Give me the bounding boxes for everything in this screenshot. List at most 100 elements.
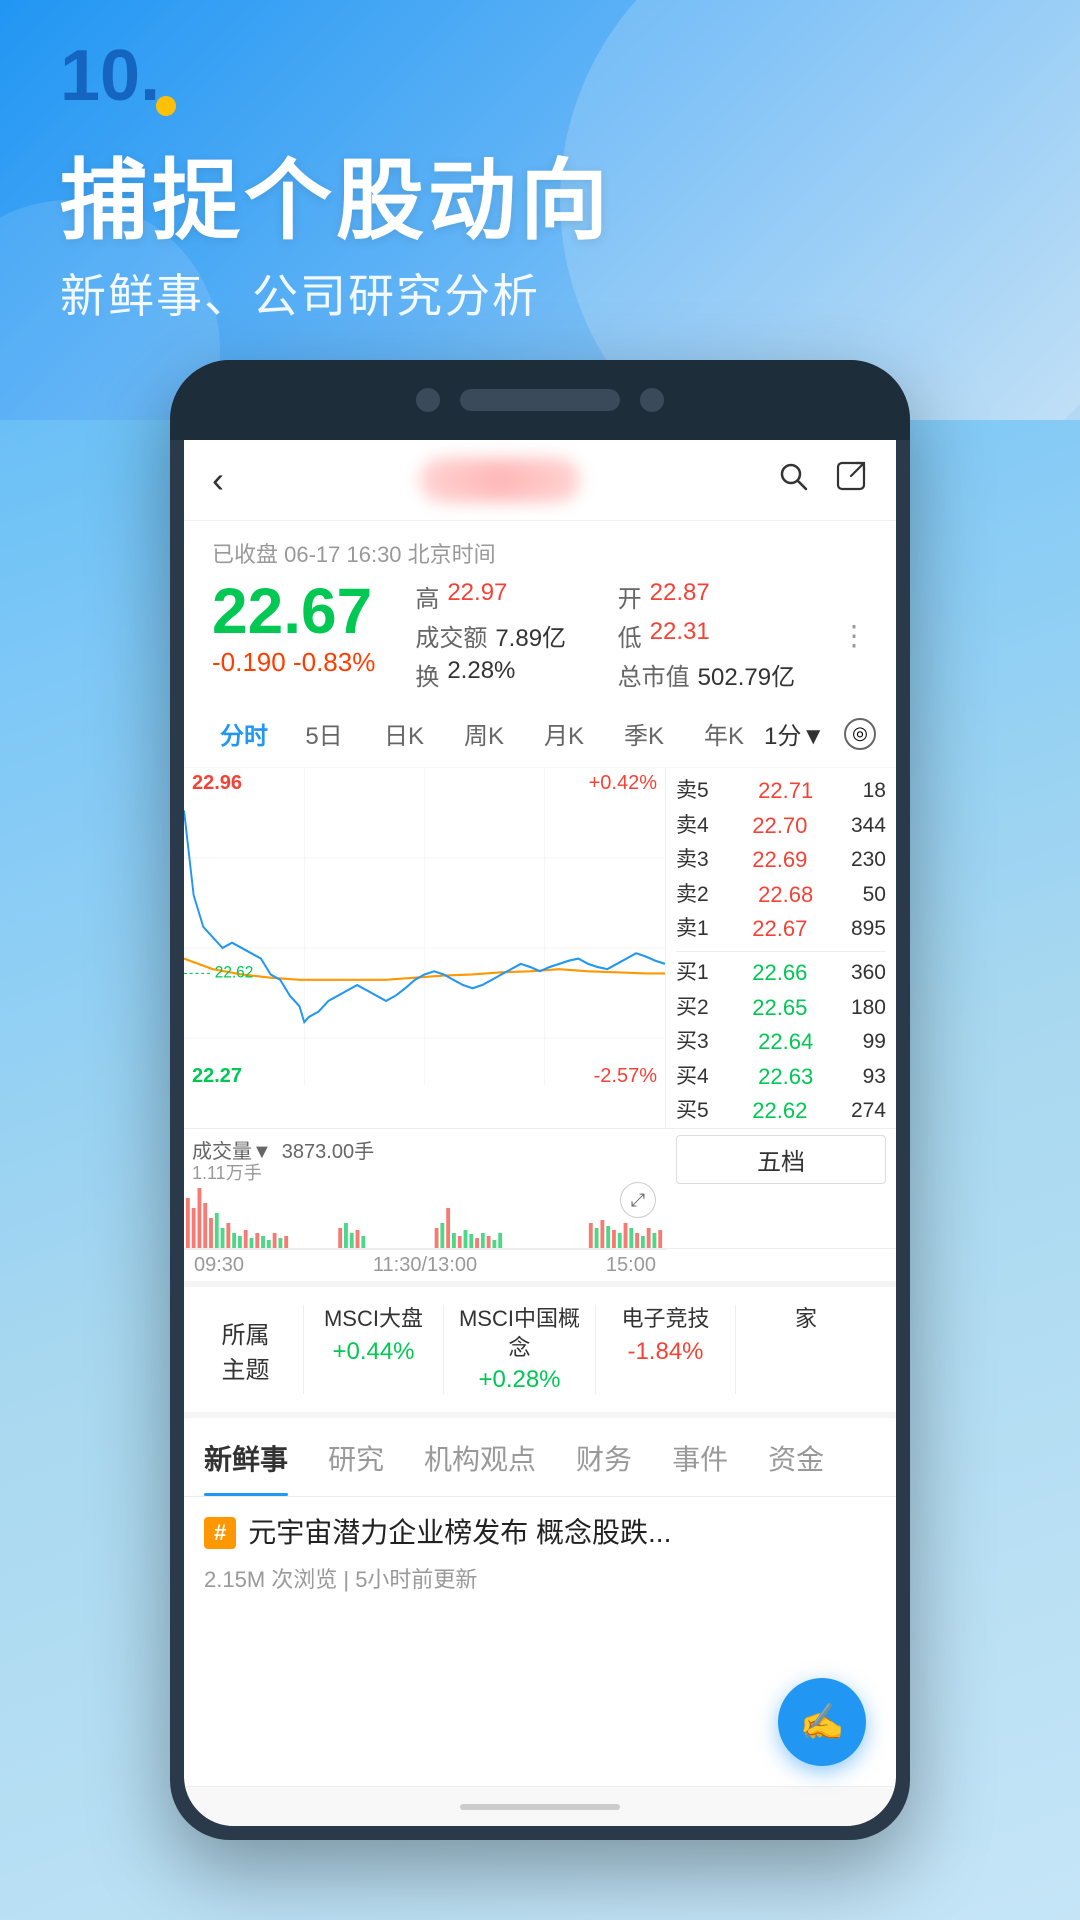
tab-capital[interactable]: 资金 <box>768 1418 824 1496</box>
buy2-label: 买2 <box>676 994 709 1023</box>
sell1-qty: 895 <box>851 915 886 944</box>
stock-current-price: 22.67 <box>212 579 375 643</box>
back-button[interactable]: ‹ <box>212 462 224 498</box>
stock-status-time: 已收盘 06-17 16:30 北京时间 <box>212 537 868 569</box>
theme-msci-large-label: MSCI大盘 <box>324 1305 423 1334</box>
theme-header-label: 所属 <box>222 1315 270 1350</box>
open-label: 开 <box>618 579 642 614</box>
tab-seasonk[interactable]: 季K <box>604 710 684 757</box>
sell-5-row: 卖5 22.71 18 <box>676 774 886 809</box>
turnover-label: 换 <box>415 657 439 692</box>
phone-frame: ‹ <box>170 360 910 1840</box>
volume-right-spacer <box>666 1129 896 1248</box>
low-value: 22.31 <box>650 618 710 653</box>
phone-screen: ‹ <box>184 440 896 1826</box>
tab-yeark[interactable]: 年K <box>684 710 764 757</box>
news-tag: # <box>204 1517 236 1549</box>
price-chart: 22.96 22.27 +0.42% -2.57% <box>184 768 666 1128</box>
stock-open: 开 22.87 <box>618 579 800 614</box>
time-start: 09:30 <box>194 1254 244 1277</box>
buy5-qty: 274 <box>851 1097 886 1126</box>
buy1-price: 22.66 <box>752 959 807 988</box>
app-logo-dot <box>156 96 176 116</box>
app-header: ‹ <box>184 440 896 521</box>
theme-msci-large-value: +0.44% <box>332 1338 414 1366</box>
fab-button[interactable]: ✍ <box>778 1678 866 1766</box>
header-stock-name-blurred <box>420 458 580 502</box>
buy3-price: 22.64 <box>758 1028 813 1057</box>
time-end: 15:00 <box>606 1254 656 1277</box>
sell2-price: 22.68 <box>758 881 813 910</box>
theme-more[interactable]: 家 <box>736 1305 876 1394</box>
hero-subtitle: 新鲜事、公司研究分析 <box>60 260 540 326</box>
theme-msci-china[interactable]: MSCI中国概念 +0.28% <box>444 1305 596 1394</box>
buy3-label: 买3 <box>676 1028 709 1057</box>
news-item[interactable]: # 元宇宙潜力企业榜发布 概念股跌... 2.15M 次浏览 | 5小时前更新 <box>204 1513 876 1594</box>
theme-header-label2: 主题 <box>222 1350 270 1385</box>
stock-price-main: 22.67 -0.190 -0.83% <box>212 579 375 678</box>
sell5-qty: 18 <box>863 777 886 806</box>
chart-tabs: 分时 5日 日K 周K 月K 季K 年K 1分▼ ◎ <box>184 700 896 768</box>
volume-chart: 成交量▼ 3873.00手 1.11万手 <box>184 1129 666 1248</box>
tab-weekk[interactable]: 周K <box>444 710 524 757</box>
theme-more-label: 家 <box>795 1305 817 1334</box>
news-meta: 2.15M 次浏览 | 5小时前更新 <box>204 1562 876 1594</box>
sell3-qty: 230 <box>851 846 886 875</box>
volume-current-value: 3873.00手 <box>282 1135 374 1164</box>
svg-text:22.62: 22.62 <box>215 963 254 982</box>
stock-price-change: -0.190 -0.83% <box>212 647 375 678</box>
tab-news[interactable]: 新鲜事 <box>204 1418 288 1496</box>
market-cap-label: 总市值 <box>618 657 690 692</box>
volume-bars-svg <box>184 1178 666 1248</box>
tab-financial[interactable]: 财务 <box>576 1418 632 1496</box>
theme-msci-china-value: +0.28% <box>478 1366 560 1394</box>
expand-chart-icon[interactable]: ⤢ <box>620 1182 656 1218</box>
tab-interval[interactable]: 1分▼ <box>764 710 844 757</box>
theme-msci-china-label: MSCI中国概念 <box>454 1305 585 1362</box>
sell-3-row: 卖3 22.69 230 <box>676 843 886 878</box>
stock-info-section: 已收盘 06-17 16:30 北京时间 22.67 -0.190 -0.83%… <box>184 521 896 700</box>
buy4-label: 买4 <box>676 1063 709 1092</box>
time-axis: 09:30 11:30/13:00 15:00 <box>184 1249 666 1281</box>
phone-camera-right <box>640 388 664 412</box>
buy3-qty: 99 <box>863 1028 886 1057</box>
tab-institution[interactable]: 机构观点 <box>424 1418 536 1496</box>
share-icon[interactable] <box>834 459 868 502</box>
amount-label: 成交额 <box>415 618 487 653</box>
app-logo: 10. <box>60 40 186 112</box>
buy-3-row: 买3 22.64 99 <box>676 1025 886 1060</box>
buy-4-row: 买4 22.63 93 <box>676 1060 886 1095</box>
news-tag-row: # 元宇宙潜力企业榜发布 概念股跌... <box>204 1513 876 1552</box>
chart-price-low-label: 22.27 <box>192 1065 242 1088</box>
buy5-price: 22.62 <box>752 1097 807 1126</box>
tab-dayk[interactable]: 日K <box>364 710 444 757</box>
header-center <box>240 458 760 502</box>
tab-research[interactable]: 研究 <box>328 1418 384 1496</box>
stock-market-cap: 总市值 502.79亿 <box>618 657 800 692</box>
theme-esports[interactable]: 电子竞技 -1.84% <box>596 1305 736 1394</box>
search-icon[interactable] <box>776 459 810 502</box>
turnover-value: 2.28% <box>447 657 515 692</box>
tab-events[interactable]: 事件 <box>672 1418 728 1496</box>
hero-section: 10. 捕捉个股动向 新鲜事、公司研究分析 <box>0 0 1080 420</box>
sell-4-row: 卖4 22.70 344 <box>676 809 886 844</box>
time-axis-right <box>666 1249 896 1281</box>
sell-2-row: 卖2 22.68 50 <box>676 878 886 913</box>
high-label: 高 <box>415 579 439 614</box>
buy2-qty: 180 <box>851 994 886 1023</box>
more-options-icon[interactable]: ⋮ <box>840 619 868 652</box>
time-mid: 11:30/13:00 <box>373 1254 477 1277</box>
phone-notch <box>170 360 910 440</box>
order-book-divider <box>676 951 886 952</box>
theme-esports-value: -1.84% <box>627 1338 703 1366</box>
tab-monthk[interactable]: 月K <box>524 710 604 757</box>
high-value: 22.97 <box>447 579 507 614</box>
app-logo-text: 10. <box>60 40 160 112</box>
theme-msci-large[interactable]: MSCI大盘 +0.44% <box>304 1305 444 1394</box>
tab-fenshi[interactable]: 分时 <box>204 710 284 757</box>
home-indicator <box>460 1804 620 1810</box>
sell1-price: 22.67 <box>752 915 807 944</box>
chart-settings-icon[interactable]: ◎ <box>844 718 876 750</box>
tab-5day[interactable]: 5日 <box>284 710 364 757</box>
hero-title: 捕捉个股动向 <box>60 130 612 257</box>
